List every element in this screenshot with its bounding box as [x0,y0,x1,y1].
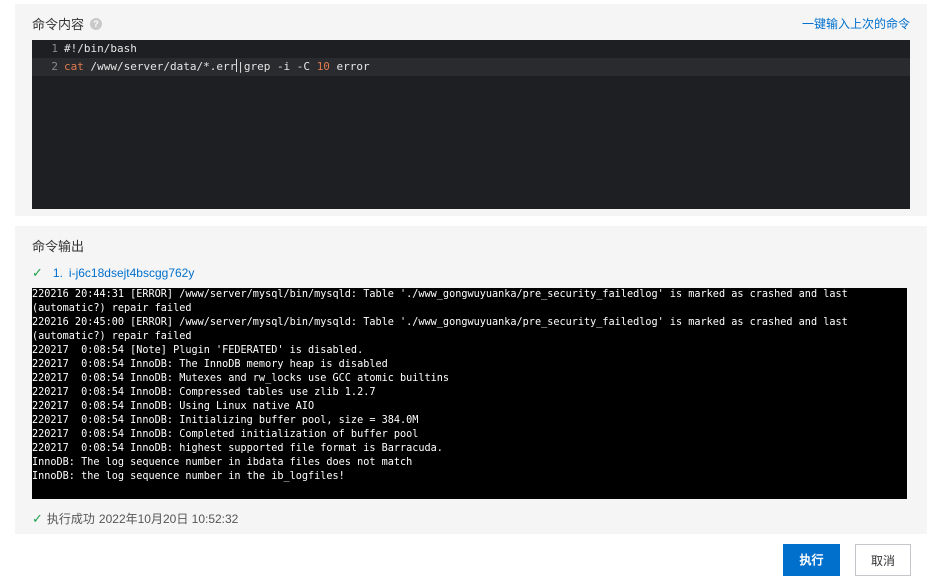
question-circle-icon[interactable]: ? [90,17,103,30]
log-line: 220216 20:45:00 [ERROR] /www/server/mysq… [32,317,854,342]
status-text: 执行成功 [46,512,95,526]
command-output-terminal[interactable]: 220216 20:44:31 [ERROR] /www/server/mysq… [32,288,907,499]
fill-last-command-link[interactable]: 一键输入上次的命令 [802,15,910,32]
command-output-header: 命令输出 [32,236,84,255]
instance-id-link[interactable]: i-j6c18dsejt4bscgg762y [69,266,194,280]
log-line: InnoDB: the log sequence number in the i… [32,471,345,482]
code-line-2: 2 cat /www/server/data/*.err|grep -i -C 1… [32,58,910,76]
status-time: 2022年10月20日 10:52:32 [98,512,239,526]
line-number: 2 [51,60,58,73]
execution-status: ✓ 执行成功 2022年10月20日 10:52:32 [32,510,238,527]
log-line: 220217 0:08:54 InnoDB: highest supported… [32,443,443,454]
log-line: 220216 20:44:31 [ERROR] /www/server/mysq… [32,289,854,314]
check-icon: ✓ [32,510,43,526]
instance-result-row[interactable]: ✓ 1. i-j6c18dsejt4bscgg762y [32,265,194,281]
command-content-panel: 命令内容 ? 一键输入上次的命令 1 #!/bin/bash 2 cat /www/… [15,4,927,216]
command-output-panel: 命令输出 ✓ 1. i-j6c18dsejt4bscgg762y 220216 … [15,226,927,534]
code-shebang: #!/bin/bash [64,42,137,55]
code-number: 10 [316,60,330,73]
command-editor[interactable]: 1 #!/bin/bash 2 cat /www/server/data/*.err… [32,40,910,209]
log-line: 220217 0:08:54 InnoDB: Using Linux nativ… [32,401,315,412]
log-line: InnoDB: The log sequence number in ibdat… [32,457,413,468]
code-command: cat [64,60,84,73]
instance-index: 1. [52,266,63,280]
log-line: 220217 0:08:54 InnoDB: Mutexes and rw_lo… [32,373,450,384]
code-arg-path: /www/server/data/*.err [83,60,237,73]
code-line-1: 1 #!/bin/bash [32,40,910,58]
line-number: 1 [51,42,58,55]
execute-button[interactable]: 执行 [783,544,840,576]
command-content-header: 命令内容 ? [32,14,103,33]
command-content-title: 命令内容 [32,17,85,32]
check-icon: ✓ [32,265,43,280]
cancel-button[interactable]: 取消 [855,544,911,576]
log-line: 220217 0:08:54 InnoDB: Compressed tables… [32,387,376,398]
log-line: 220217 0:08:54 InnoDB: The InnoDB memory… [32,359,388,370]
command-output-title: 命令输出 [32,239,85,254]
log-line: 220217 0:08:54 InnoDB: Completed initial… [32,429,419,440]
code-pipe: |grep -i -C [237,60,317,73]
log-line: 220217 0:08:54 InnoDB: Initializing buff… [32,415,419,426]
log-line: 220217 0:08:54 [Note] Plugin 'FEDERATED'… [32,345,364,356]
code-arg-pattern: error [329,60,370,73]
